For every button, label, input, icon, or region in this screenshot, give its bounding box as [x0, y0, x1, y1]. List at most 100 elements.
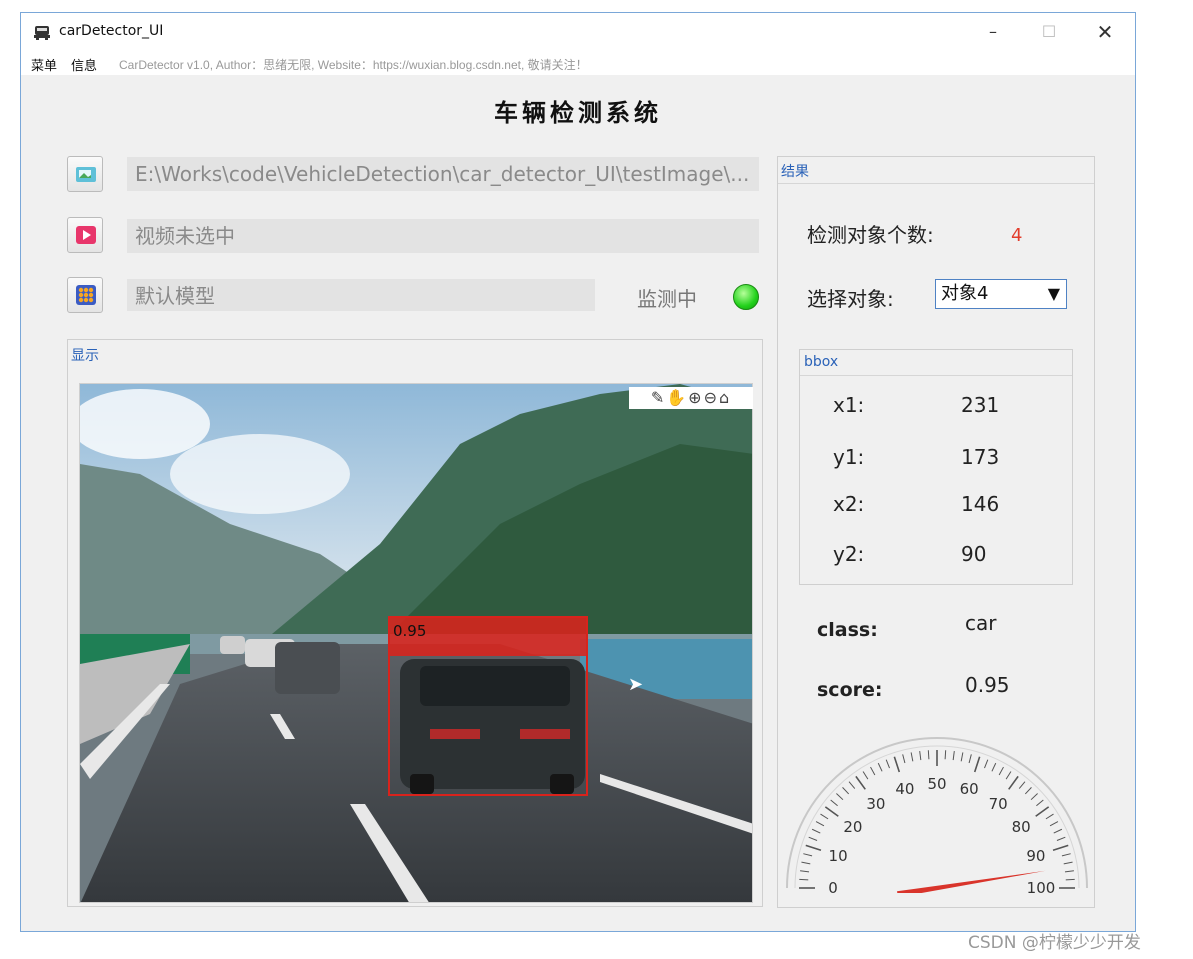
- detection-image[interactable]: 0.95 ➤: [79, 383, 753, 903]
- maximize-icon[interactable]: ☐: [1029, 19, 1069, 45]
- monitor-status-label: 监测中: [637, 287, 697, 311]
- gauge-tick: [960, 752, 964, 762]
- count-label: 检测对象个数:: [807, 223, 934, 247]
- bbox-x2-value: 146: [961, 492, 1000, 516]
- app-window: carDetector_UI – ☐ ✕ 菜单 信息 CarDetector v…: [20, 12, 1136, 932]
- select-model-button[interactable]: [67, 277, 103, 313]
- class-label: class:: [817, 619, 878, 641]
- bbox-group-title: bbox: [804, 354, 839, 370]
- gauge-tick-label: 90: [1026, 847, 1045, 865]
- watermark-text: CSDN @柠檬少少开发: [968, 933, 1141, 953]
- bbox-rectangle: [388, 616, 588, 796]
- gauge-tick: [1030, 793, 1038, 801]
- model-grid-icon: [76, 285, 96, 305]
- gauge-tick-label: 0: [828, 879, 838, 893]
- open-image-button[interactable]: [67, 156, 103, 192]
- bbox-x1-label: x1:: [833, 393, 865, 417]
- object-select[interactable]: 对象4 ▼: [935, 279, 1067, 309]
- gauge-tick: [808, 836, 818, 841]
- pan-icon[interactable]: ✋: [666, 388, 688, 407]
- gauge-tick: [902, 754, 906, 764]
- bbox-y1-label: y1:: [833, 445, 865, 469]
- car-app-icon: [34, 26, 50, 40]
- gauge-tick: [848, 781, 856, 789]
- gauge-tick: [803, 853, 813, 857]
- gauge-tick: [811, 828, 821, 834]
- gauge-tick: [991, 762, 997, 772]
- gauge-tick: [815, 821, 825, 827]
- video-path-field[interactable]: 视频未选中: [127, 219, 759, 253]
- gauge-tick-label: 70: [989, 795, 1008, 813]
- gauge-tick-label: 30: [866, 795, 885, 813]
- class-value: car: [965, 611, 997, 635]
- gauge-tick-label: 50: [927, 775, 946, 793]
- mouse-cursor-icon: ➤: [628, 674, 644, 695]
- gauge-tick: [1024, 787, 1032, 795]
- gauge-tick-label: 100: [1027, 879, 1056, 893]
- gauge-tick: [1005, 771, 1012, 780]
- gauge-tick: [944, 750, 947, 760]
- gauge-tick: [877, 762, 883, 772]
- gauge-tick: [885, 759, 890, 769]
- gauge-tick: [1064, 870, 1074, 873]
- status-indicator-icon: [733, 284, 759, 310]
- model-field[interactable]: 默认模型: [127, 279, 595, 311]
- zoom-in-icon[interactable]: ⊕: [688, 388, 703, 407]
- gauge-tick: [919, 751, 922, 761]
- video-icon: [76, 226, 96, 244]
- open-video-button[interactable]: [67, 217, 103, 253]
- page-title: 车辆检测系统: [494, 98, 662, 127]
- gauge-tick: [1045, 813, 1054, 820]
- gauge-tick: [801, 861, 811, 865]
- result-group-title: 结果: [781, 164, 809, 180]
- image-path-field[interactable]: E:\Works\code\VehicleDetection\car_detec…: [127, 157, 759, 191]
- gauge-tick: [952, 751, 955, 761]
- gauge-tick: [1065, 878, 1075, 881]
- zoom-out-icon[interactable]: ⊖: [704, 388, 719, 407]
- score-gauge: 010203040 50 60708090100: [786, 737, 1088, 893]
- gauge-tick-label: 40: [895, 780, 914, 798]
- gauge-tick-label: 20: [843, 818, 862, 836]
- gauge-tick: [1035, 806, 1050, 817]
- close-icon[interactable]: ✕: [1085, 19, 1125, 45]
- gauge-tick: [824, 806, 839, 817]
- bbox-y2-label: y2:: [833, 542, 865, 566]
- gauge-tick: [870, 766, 876, 776]
- gauge-tick: [1052, 844, 1069, 852]
- home-icon[interactable]: ⌂: [719, 388, 731, 407]
- gauge-tick-label: 60: [960, 780, 979, 798]
- gauge-tick: [1008, 775, 1019, 790]
- bbox-y2-value: 90: [961, 542, 987, 566]
- title-bar: carDetector_UI – ☐ ✕: [21, 13, 1135, 51]
- bbox-x2-label: x2:: [833, 492, 865, 516]
- gauge-tick: [1018, 781, 1026, 789]
- gauge-tick: [973, 756, 981, 773]
- author-info-text: CarDetector v1.0, Author：思绪无限, Website：h…: [119, 58, 588, 72]
- menu-item-info[interactable]: 信息: [71, 55, 97, 74]
- gauge-tick: [799, 878, 809, 881]
- gauge-tick: [1061, 853, 1071, 857]
- display-group-title: 显示: [71, 348, 99, 364]
- gauge-tick: [862, 771, 869, 780]
- score-value: 0.95: [965, 673, 1010, 697]
- gauge-tick: [855, 775, 866, 790]
- bbox-x1-value: 231: [961, 393, 1000, 417]
- bbox-y1-value: 173: [961, 445, 1000, 469]
- plot-toolbar: ✎✋⊕⊖⌂: [629, 387, 753, 409]
- gauge-tick: [927, 750, 930, 760]
- result-group-divider: [778, 183, 1094, 184]
- gauge-tick: [893, 756, 901, 773]
- bbox-group-divider: [800, 375, 1072, 376]
- gauge-tick: [1036, 799, 1044, 807]
- image-folder-icon: [76, 167, 96, 182]
- menu-item-menu[interactable]: 菜单: [31, 55, 57, 74]
- gauge-tick: [1056, 836, 1066, 841]
- gauge-tick: [805, 844, 822, 852]
- edit-icon[interactable]: ✎: [651, 388, 666, 407]
- gauge-tick: [836, 793, 844, 801]
- gauge-tick: [998, 766, 1004, 776]
- gauge-tick: [842, 787, 850, 795]
- select-object-label: 选择对象:: [807, 287, 894, 311]
- gauge-tick: [968, 754, 972, 764]
- minimize-icon[interactable]: –: [973, 19, 1013, 45]
